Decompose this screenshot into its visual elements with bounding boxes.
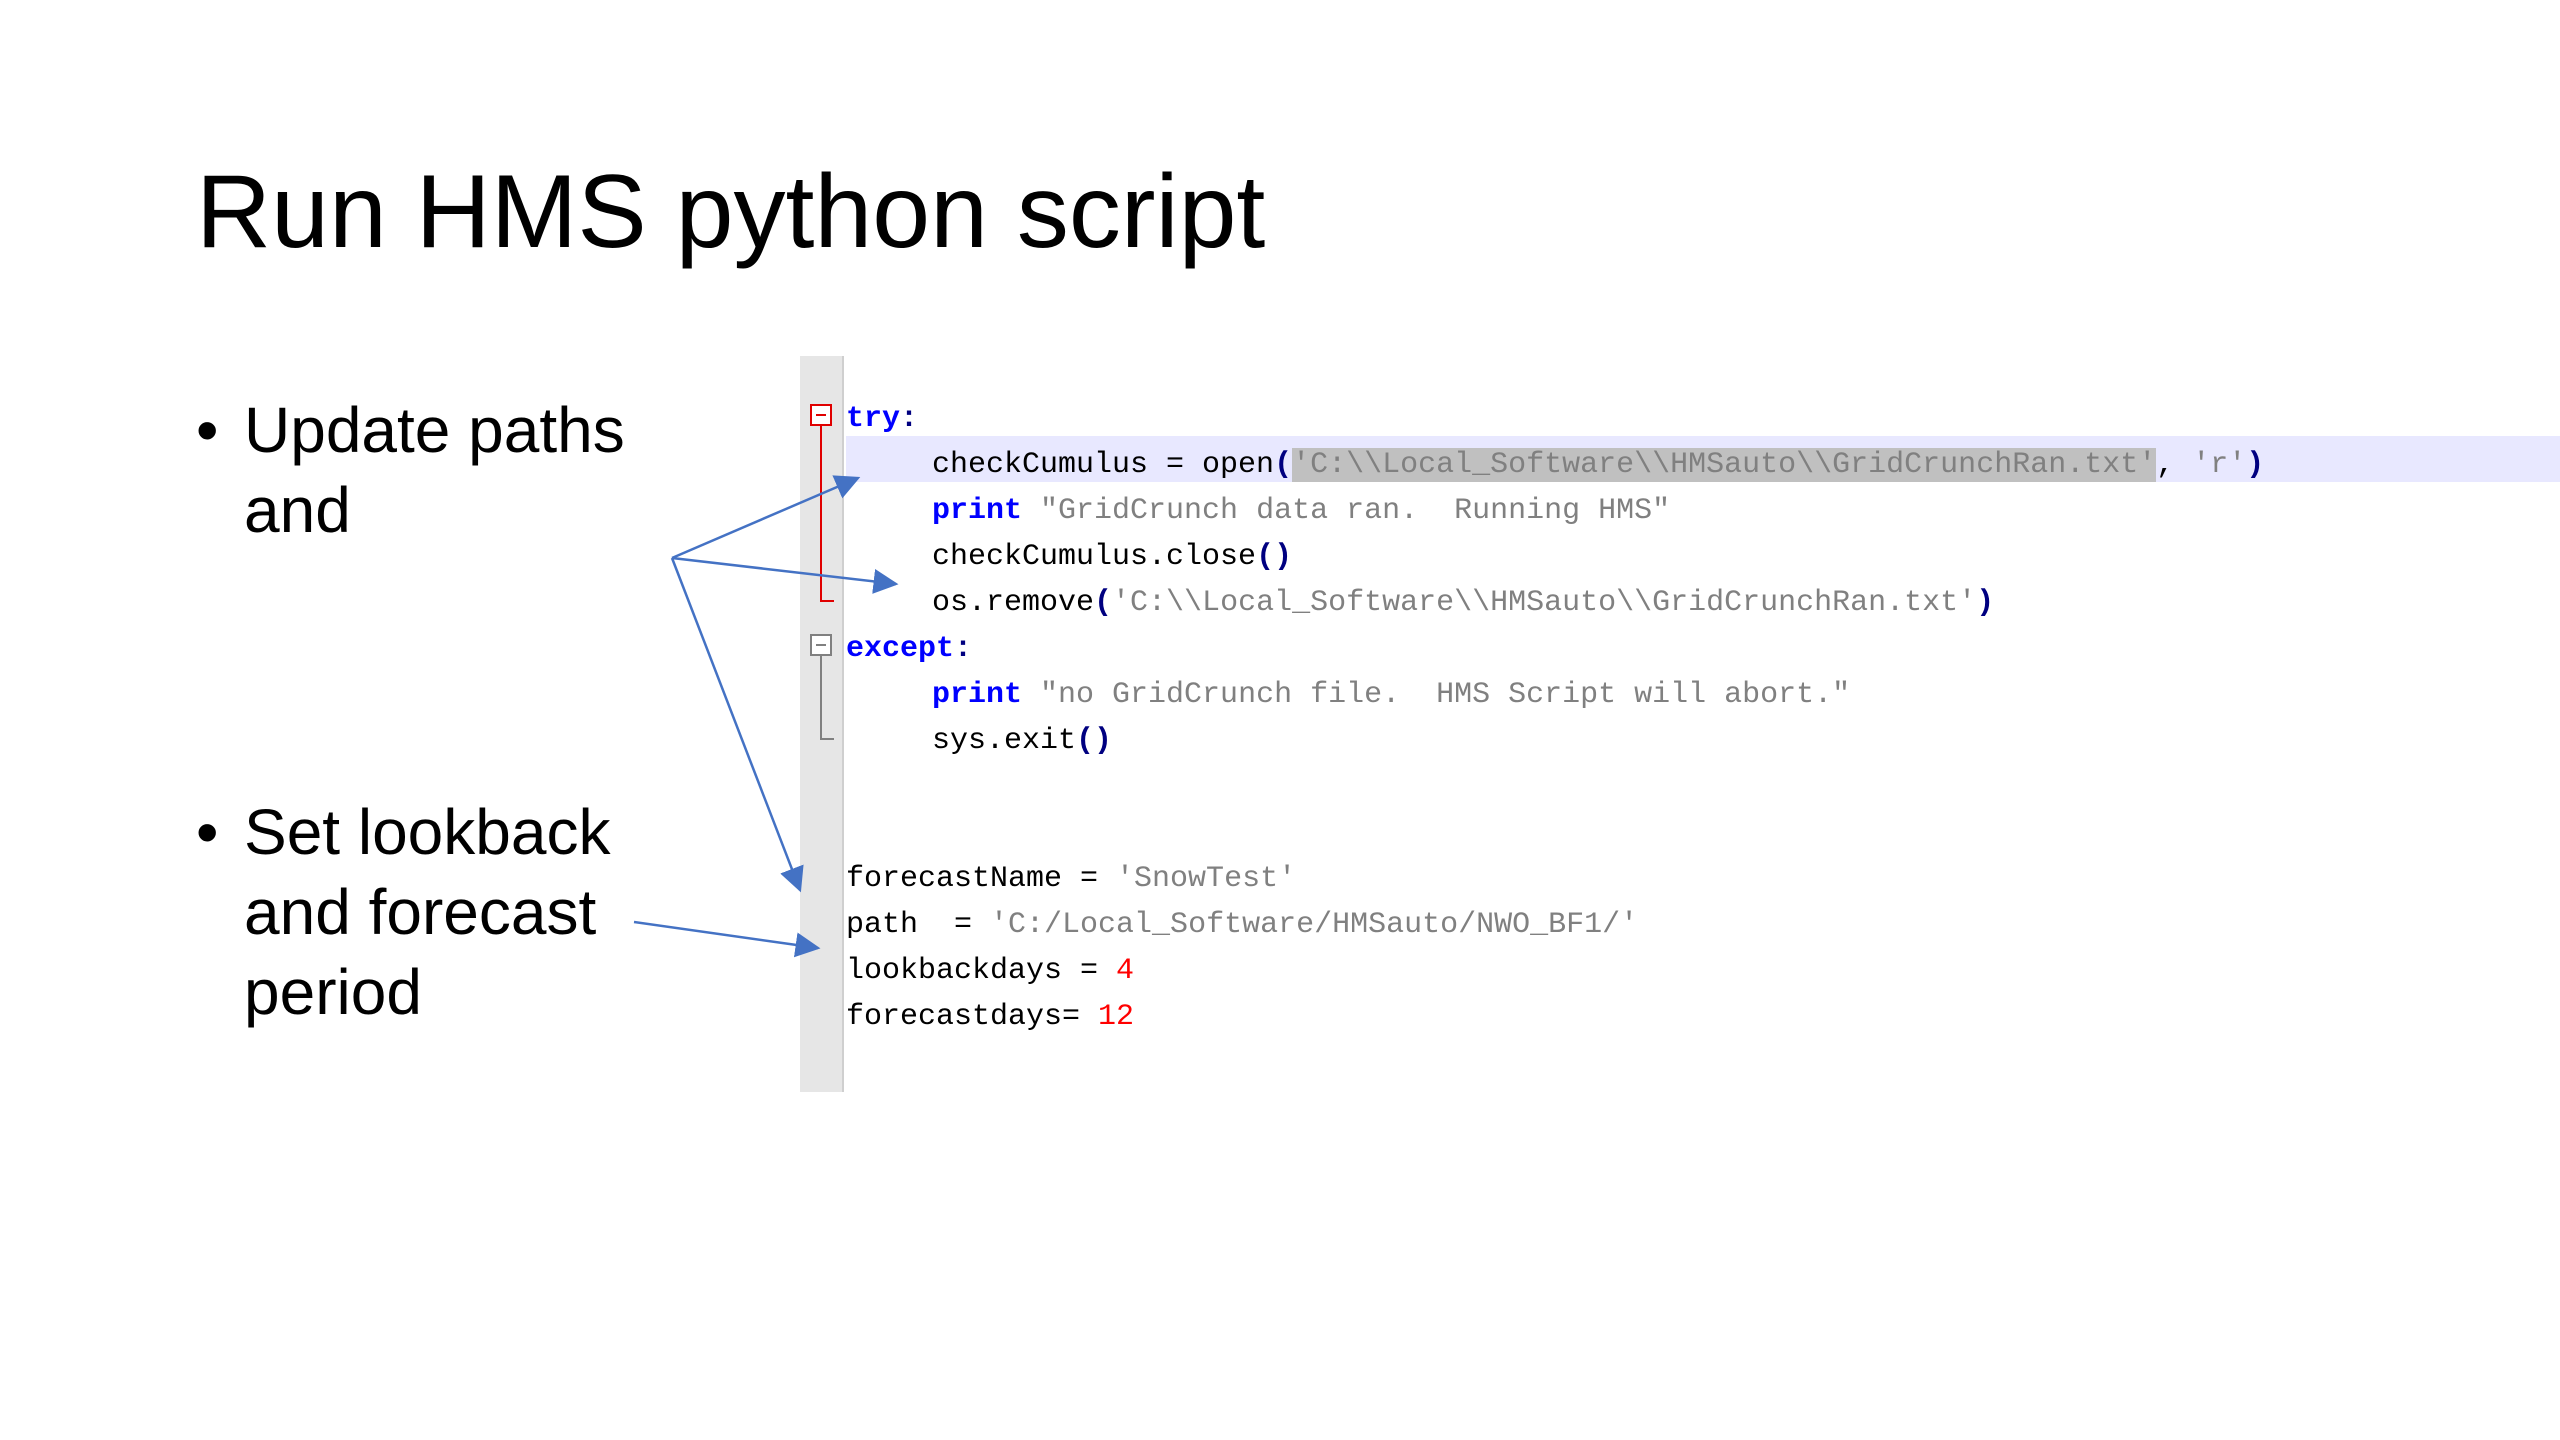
code-line: lookbackdays = 4	[846, 948, 2560, 994]
code-token: forecastdays=	[846, 1000, 1099, 1034]
code-line: try:	[846, 396, 2560, 442]
code-token: print	[932, 678, 1023, 712]
code-token: (	[1094, 586, 1113, 620]
bullet-marker: •	[196, 394, 219, 466]
code-token: ()	[1076, 724, 1113, 758]
code-token: 4	[1116, 954, 1135, 988]
code-token: checkCumulus = open	[932, 448, 1275, 482]
code-token: "GridCrunch data ran. Running HMS"	[1040, 494, 1671, 528]
code-token: )	[1976, 586, 1995, 620]
code-token: "no GridCrunch file. HMS Script will abo…	[1040, 678, 1851, 712]
code-token: )	[2246, 448, 2265, 482]
code-token: 'C:\\Local_Software\\HMSauto\\GridCrunch…	[1112, 586, 1977, 620]
code-line: forecastName = 'SnowTest'	[846, 856, 2560, 902]
code-token: 'SnowTest'	[1116, 862, 1297, 896]
code-token: (	[1274, 448, 1293, 482]
code-line: except:	[846, 626, 2560, 672]
code-line: checkCumulus.close()	[846, 534, 2560, 580]
slide-title: Run HMS python script	[196, 154, 1266, 270]
code-line: print "no GridCrunch file. HMS Script wi…	[846, 672, 2560, 718]
code-token: forecastName =	[846, 862, 1117, 896]
fold-collapse-icon[interactable]	[810, 634, 832, 656]
gutter-divider	[842, 356, 844, 1092]
code-editor[interactable]: try: checkCumulus = open('C:\\Local_Softw…	[846, 396, 2560, 1092]
code-screenshot: try: checkCumulus = open('C:\\Local_Softw…	[800, 356, 2560, 1092]
code-line: print "GridCrunch data ran. Running HMS"	[846, 488, 2560, 534]
code-line: forecastdays= 12	[846, 994, 2560, 1040]
code-token: 'r'	[2192, 448, 2247, 482]
code-token: :	[954, 632, 973, 666]
fold-range-line	[820, 656, 834, 740]
code-token: except	[846, 632, 955, 666]
code-token: try	[846, 402, 901, 436]
code-token: checkCumulus.close	[932, 540, 1257, 574]
code-lines: try: checkCumulus = open('C:\\Local_Softw…	[846, 396, 2560, 1040]
code-token: sys.exit	[932, 724, 1077, 758]
code-token: 12	[1098, 1000, 1135, 1034]
truncated-comment-line	[846, 1086, 1746, 1092]
code-token: 'C:/Local_Software/HMSauto/NWO_BF1/'	[990, 908, 1639, 942]
code-token: 'C:\\Local_Software\\HMSauto\\GridCrunch…	[1292, 448, 2157, 482]
bullet-marker: •	[196, 796, 219, 868]
code-token: lookbackdays =	[846, 954, 1117, 988]
fold-collapse-icon[interactable]	[810, 404, 832, 426]
bullet-update-paths: • Update paths and	[196, 390, 716, 550]
code-token: :	[900, 402, 919, 436]
bullet-text: Set lookback and forecast period	[244, 796, 611, 1028]
fold-range-line	[820, 426, 834, 602]
code-token: path =	[846, 908, 991, 942]
code-line: os.remove('C:\\Local_Software\\HMSauto\\…	[846, 580, 2560, 626]
code-token: print	[932, 494, 1023, 528]
bullet-text: Update paths and	[244, 394, 625, 546]
bullet-lookback-forecast: • Set lookback and forecast period	[196, 792, 716, 1032]
code-token: os.remove	[932, 586, 1095, 620]
code-token: ,	[2156, 448, 2193, 482]
code-line: sys.exit()	[846, 718, 2560, 764]
code-line: path = 'C:/Local_Software/HMSauto/NWO_BF…	[846, 902, 2560, 948]
code-line: checkCumulus = open('C:\\Local_Software\…	[846, 442, 2560, 488]
code-token: ()	[1256, 540, 1293, 574]
